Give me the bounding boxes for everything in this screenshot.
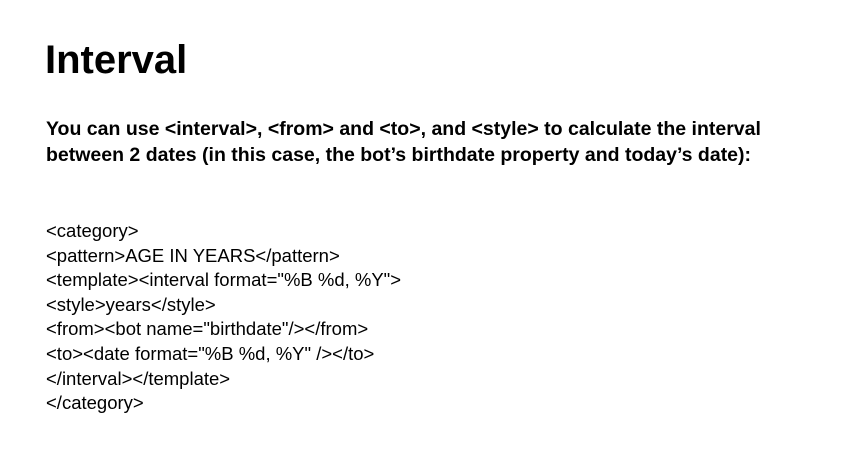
slide-title: Interval: [45, 38, 188, 82]
code-line: <style>years</style>: [46, 293, 216, 315]
code-line: <template><interval format="%B %d, %Y">: [46, 269, 402, 291]
code-line: </category>: [46, 392, 144, 414]
code-example: <category> <pattern>AGE IN YEARS</patter…: [46, 219, 401, 416]
code-line: <to><date format="%B %d, %Y" /></to>: [46, 342, 375, 364]
code-line: <from><bot name="birthdate"/></from>: [46, 318, 369, 340]
intro-paragraph: You can use <interval>, <from> and <to>,…: [46, 118, 761, 166]
code-line: </interval></template>: [46, 367, 231, 389]
code-line: <pattern>AGE IN YEARS</pattern>: [46, 244, 340, 266]
code-line: <category>: [46, 220, 139, 241]
